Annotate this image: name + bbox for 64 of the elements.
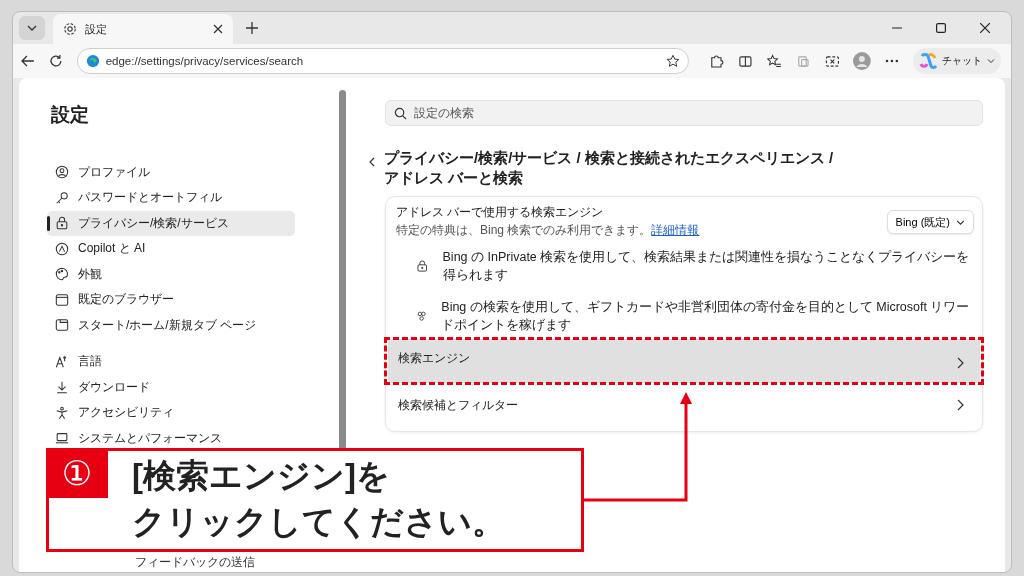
lock-icon [55,216,69,231]
address-bar[interactable]: edge://settings/privacy/services/search [76,48,690,74]
benefit-text: Bing の検索を使用して、ギフトカードや非営利団体の寄付金を目的として Microsoft リワードポイントを稼げます [441,299,971,334]
maximize-icon[interactable] [936,23,946,33]
split-screen-icon[interactable] [738,53,753,69]
step-number: ① [46,448,108,498]
settings-icon [63,22,77,36]
sidebar-item[interactable]: Copilot と AI [47,236,295,261]
more-icon[interactable] [885,59,899,63]
sidebar-item[interactable]: パスワードとオートフィル [47,185,295,210]
palette-icon [55,267,69,282]
sidebar-item[interactable]: プロファイル [47,160,295,185]
sidebar-item[interactable]: 言語 [47,349,295,374]
new-tab-icon[interactable] [245,21,259,35]
screenshot-icon[interactable] [824,53,840,69]
language-icon [55,354,69,369]
refresh-icon[interactable] [48,54,63,68]
lock-icon [416,259,429,273]
download-icon [55,380,69,395]
profile-icon [55,165,69,180]
page-heading: プライバシー/検索/サービス / 検索と接続されたエクスペリエンス / アドレス バーと検索 [384,148,834,188]
callout-text: [検索エンジン]を クリックしてください。 [132,456,505,542]
setting-label: アドレス バーで使用する検索エンジン [396,205,605,220]
benefit-text: Bing の InPrivate 検索を使用して、検索結果または関連性を損なうことなくプライバシーを得られます [442,249,971,284]
avatar-icon[interactable] [853,52,872,70]
sidebar-item[interactable]: スタート/ホーム/新規タブ ページ [47,313,295,338]
puzzle-icon[interactable] [709,53,725,69]
close-icon[interactable] [213,24,223,34]
laptop-icon [55,431,69,446]
sidebar-item[interactable]: 既定のブラウザー [47,287,295,312]
trophy-icon [416,309,428,323]
tab-actions-button[interactable] [19,16,45,40]
chevron-right-icon [956,399,964,411]
search-engine-dropdown[interactable]: Bing (既定) [886,210,974,234]
learn-more-link[interactable]: 詳細情報 [651,223,700,237]
new-tab-icon [55,318,69,333]
address-text: edge://settings/privacy/services/search [105,55,304,67]
star-icon[interactable] [666,54,681,68]
search-icon [394,107,407,120]
settings-row[interactable]: 検索候補とフィルター [388,383,980,427]
sidebar-item[interactable]: アクセシビリティ [47,400,295,425]
search-field[interactable]: 設定の検索 [385,100,983,126]
key-icon [55,190,69,205]
chevron-down-icon [987,57,995,65]
chat-button[interactable]: チャット [913,48,1001,74]
settings-title: 設定 [51,103,90,127]
scrollbar-thumb[interactable] [339,90,346,450]
feedback-link[interactable]: フィードバックの送信 [135,554,329,571]
accessibility-icon [55,405,69,420]
chevron-right-icon [956,357,964,369]
sidebar-item[interactable]: システムとパフォーマンス [47,426,295,451]
browser-window-icon [55,292,69,307]
setting-description: 特定の特典は、Bing 検索でのみ利用できます。詳細情報 [396,222,701,239]
tab-title: 設定 [85,21,108,37]
browser-logo-icon [85,54,100,68]
sidebar-item[interactable]: プライバシー/検索/サービス [47,211,295,236]
favorites-icon[interactable] [766,53,782,69]
back-chevron-icon[interactable] [368,157,376,167]
chevron-down-icon [956,217,965,227]
sidebar-item[interactable]: ダウンロード [47,375,295,400]
sidebar-item[interactable]: 外観 [47,262,295,287]
back-icon[interactable] [21,54,35,68]
close-icon[interactable] [980,23,990,33]
browser-tab[interactable]: 設定 [53,14,233,44]
